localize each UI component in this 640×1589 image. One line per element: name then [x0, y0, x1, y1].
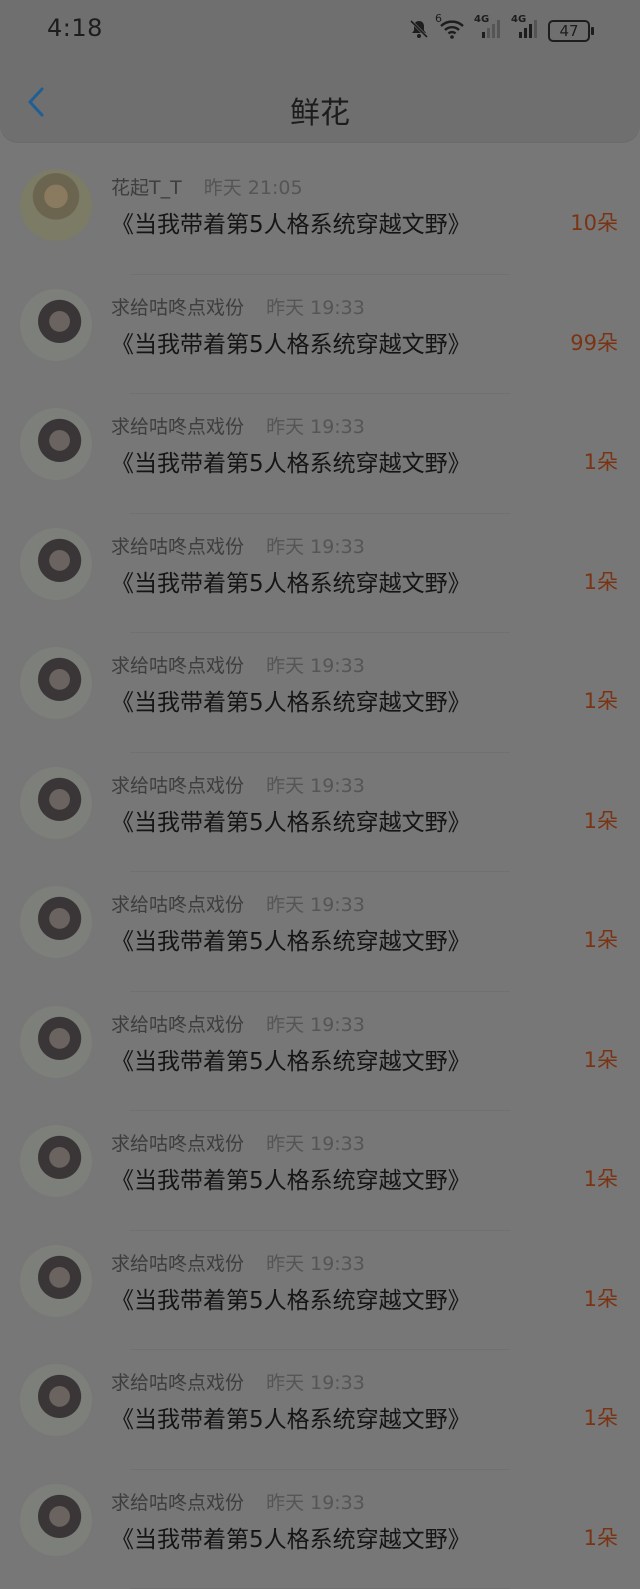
cellular-signal-icon-2: 4G — [511, 18, 539, 44]
user-name[interactable]: 花起T_T — [111, 177, 182, 199]
wifi-icon: 6 — [439, 18, 465, 44]
avatar[interactable] — [20, 408, 92, 480]
book-title[interactable]: 《当我带着第5人格系统穿越文野》 — [111, 1161, 471, 1195]
timestamp: 昨天 19:33 — [266, 894, 365, 916]
book-title[interactable]: 《当我带着第5人格系统穿越文野》 — [111, 1520, 471, 1554]
list-item[interactable]: 求给咕咚点戏份 昨天 19:33 《当我带着第5人格系统穿越文野》 1朵 — [0, 992, 640, 1112]
list-item[interactable]: 花起T_T 昨天 21:05 《当我带着第5人格系统穿越文野》 10朵 — [0, 155, 640, 275]
book-title[interactable]: 《当我带着第5人格系统穿越文野》 — [111, 683, 471, 717]
flower-count: 1朵 — [584, 685, 618, 715]
list-item[interactable]: 求给咕咚点戏份 昨天 19:33 《当我带着第5人格系统穿越文野》 1朵 — [0, 872, 640, 992]
avatar[interactable] — [20, 1245, 92, 1317]
flower-count: 1朵 — [584, 446, 618, 476]
avatar[interactable] — [20, 1364, 92, 1436]
list-item[interactable]: 求给咕咚点戏份 昨天 19:33 《当我带着第5人格系统穿越文野》 1朵 — [0, 514, 640, 634]
avatar[interactable] — [20, 886, 92, 958]
meta: 求给咕咚点戏份 昨天 19:33 — [111, 532, 365, 559]
user-name[interactable]: 求给咕咚点戏份 — [111, 297, 244, 319]
user-name[interactable]: 求给咕咚点戏份 — [111, 894, 244, 916]
flower-count: 1朵 — [584, 1402, 618, 1432]
timestamp: 昨天 19:33 — [266, 1253, 365, 1275]
avatar[interactable] — [20, 1484, 92, 1556]
book-title[interactable]: 《当我带着第5人格系统穿越文野》 — [111, 205, 471, 239]
flower-count: 10朵 — [570, 207, 618, 237]
user-name[interactable]: 求给咕咚点戏份 — [111, 1253, 244, 1275]
bell-off-icon — [408, 18, 430, 44]
network-type-1: 4G — [474, 14, 489, 25]
meta: 求给咕咚点戏份 昨天 19:33 — [111, 1488, 365, 1515]
timestamp: 昨天 19:33 — [266, 416, 365, 438]
timestamp: 昨天 19:33 — [266, 655, 365, 677]
avatar[interactable] — [20, 528, 92, 600]
list-item[interactable]: 求给咕咚点戏份 昨天 19:33 《当我带着第5人格系统穿越文野》 1朵 — [0, 1470, 640, 1589]
wifi-badge: 6 — [435, 12, 442, 25]
avatar[interactable] — [20, 1125, 92, 1197]
user-name[interactable]: 求给咕咚点戏份 — [111, 416, 244, 438]
meta: 求给咕咚点戏份 昨天 19:33 — [111, 1249, 365, 1276]
meta: 求给咕咚点戏份 昨天 19:33 — [111, 890, 365, 917]
status-time: 4:18 — [47, 14, 103, 42]
meta: 求给咕咚点戏份 昨天 19:33 — [111, 651, 365, 678]
status-bar: 4:18 6 4G — [0, 0, 640, 62]
timestamp: 昨天 19:33 — [266, 775, 365, 797]
network-type-2: 4G — [511, 14, 526, 25]
meta: 求给咕咚点戏份 昨天 19:33 — [111, 1129, 365, 1156]
avatar[interactable] — [20, 1006, 92, 1078]
avatar[interactable] — [20, 289, 92, 361]
timestamp: 昨天 19:33 — [266, 536, 365, 558]
flower-count: 1朵 — [584, 924, 618, 954]
battery-icon: 47 — [548, 20, 590, 42]
timestamp: 昨天 19:33 — [266, 1133, 365, 1155]
book-title[interactable]: 《当我带着第5人格系统穿越文野》 — [111, 564, 471, 598]
book-title[interactable]: 《当我带着第5人格系统穿越文野》 — [111, 444, 471, 478]
timestamp: 昨天 19:33 — [266, 297, 365, 319]
book-title[interactable]: 《当我带着第5人格系统穿越文野》 — [111, 922, 471, 956]
avatar[interactable] — [20, 169, 92, 241]
book-title[interactable]: 《当我带着第5人格系统穿越文野》 — [111, 803, 471, 837]
book-title[interactable]: 《当我带着第5人格系统穿越文野》 — [111, 1400, 471, 1434]
page-title: 鲜花 — [0, 88, 640, 132]
list-item[interactable]: 求给咕咚点戏份 昨天 19:33 《当我带着第5人格系统穿越文野》 1朵 — [0, 1111, 640, 1231]
flower-count: 1朵 — [584, 1163, 618, 1193]
cellular-signal-icon: 4G — [474, 18, 502, 44]
flower-count: 1朵 — [584, 566, 618, 596]
meta: 求给咕咚点戏份 昨天 19:33 — [111, 293, 365, 320]
header: 鲜花 — [0, 62, 640, 142]
user-name[interactable]: 求给咕咚点戏份 — [111, 775, 244, 797]
book-title[interactable]: 《当我带着第5人格系统穿越文野》 — [111, 325, 471, 359]
status-icons: 6 4G 4G 4 — [408, 18, 590, 44]
user-name[interactable]: 求给咕咚点戏份 — [111, 1133, 244, 1155]
meta: 求给咕咚点戏份 昨天 19:33 — [111, 1368, 365, 1395]
timestamp: 昨天 21:05 — [204, 177, 303, 199]
list-item[interactable]: 求给咕咚点戏份 昨天 19:33 《当我带着第5人格系统穿越文野》 1朵 — [0, 1350, 640, 1470]
book-title[interactable]: 《当我带着第5人格系统穿越文野》 — [111, 1042, 471, 1076]
flower-count: 1朵 — [584, 1283, 618, 1313]
flower-list: 花起T_T 昨天 21:05 《当我带着第5人格系统穿越文野》 10朵 求给咕咚… — [0, 155, 640, 1589]
list-item[interactable]: 求给咕咚点戏份 昨天 19:33 《当我带着第5人格系统穿越文野》 1朵 — [0, 394, 640, 514]
meta: 求给咕咚点戏份 昨天 19:33 — [111, 1010, 365, 1037]
list-item[interactable]: 求给咕咚点戏份 昨天 19:33 《当我带着第5人格系统穿越文野》 1朵 — [0, 753, 640, 873]
flower-count: 1朵 — [584, 805, 618, 835]
avatar[interactable] — [20, 647, 92, 719]
flower-count: 1朵 — [584, 1522, 618, 1552]
meta: 花起T_T 昨天 21:05 — [111, 173, 303, 200]
timestamp: 昨天 19:33 — [266, 1014, 365, 1036]
flower-count: 1朵 — [584, 1044, 618, 1074]
timestamp: 昨天 19:33 — [266, 1492, 365, 1514]
user-name[interactable]: 求给咕咚点戏份 — [111, 655, 244, 677]
user-name[interactable]: 求给咕咚点戏份 — [111, 1492, 244, 1514]
flower-count: 99朵 — [570, 327, 618, 357]
meta: 求给咕咚点戏份 昨天 19:33 — [111, 771, 365, 798]
user-name[interactable]: 求给咕咚点戏份 — [111, 536, 244, 558]
avatar[interactable] — [20, 767, 92, 839]
list-item[interactable]: 求给咕咚点戏份 昨天 19:33 《当我带着第5人格系统穿越文野》 1朵 — [0, 1231, 640, 1351]
user-name[interactable]: 求给咕咚点戏份 — [111, 1372, 244, 1394]
user-name[interactable]: 求给咕咚点戏份 — [111, 1014, 244, 1036]
meta: 求给咕咚点戏份 昨天 19:33 — [111, 412, 365, 439]
timestamp: 昨天 19:33 — [266, 1372, 365, 1394]
list-item[interactable]: 求给咕咚点戏份 昨天 19:33 《当我带着第5人格系统穿越文野》 99朵 — [0, 275, 640, 395]
book-title[interactable]: 《当我带着第5人格系统穿越文野》 — [111, 1281, 471, 1315]
list-item[interactable]: 求给咕咚点戏份 昨天 19:33 《当我带着第5人格系统穿越文野》 1朵 — [0, 633, 640, 753]
